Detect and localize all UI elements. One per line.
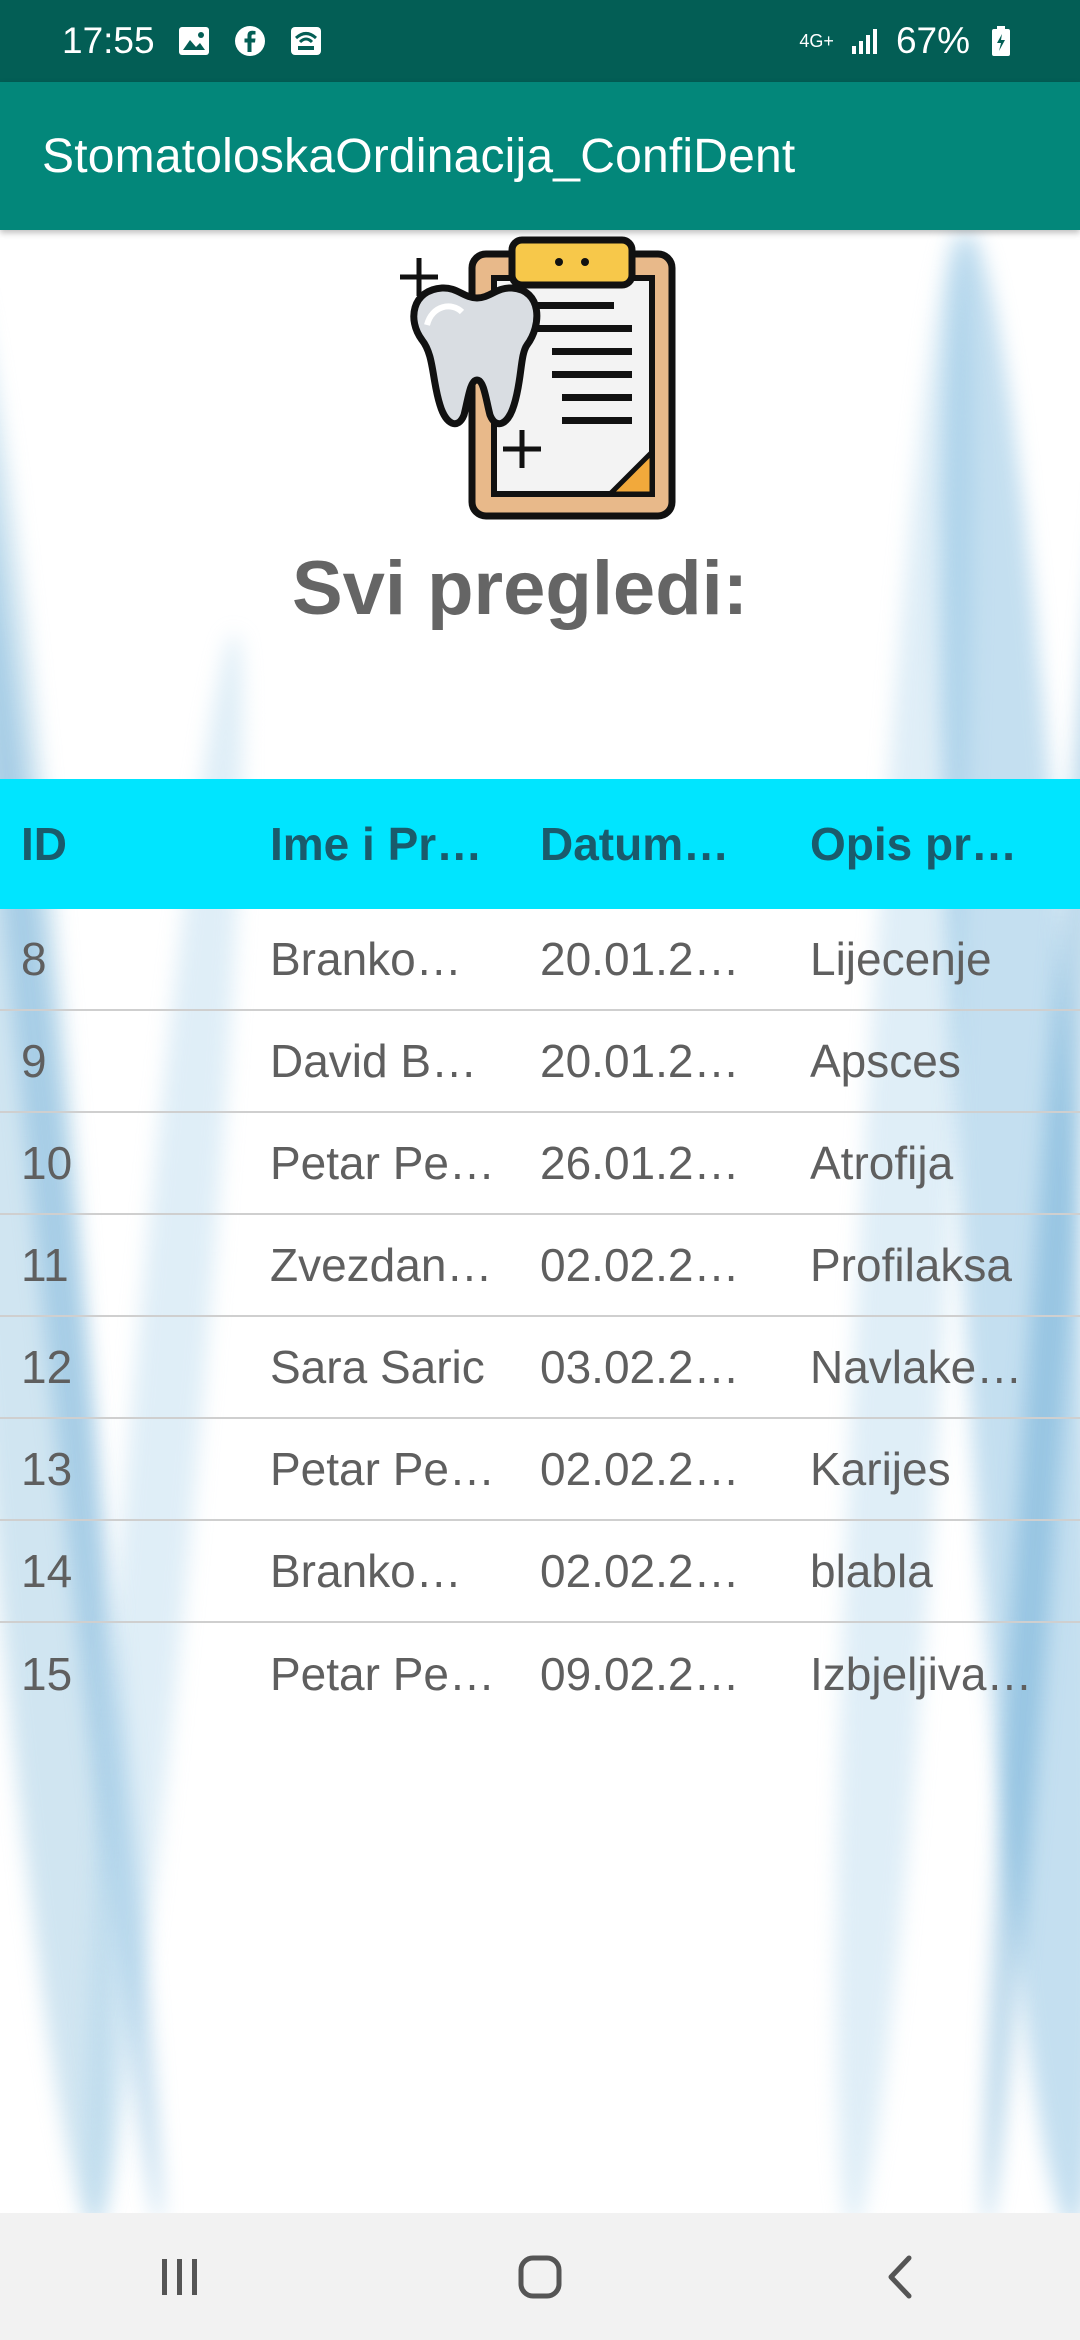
wifi-call-icon: [289, 24, 323, 58]
cell-name: Sara Saric: [270, 1341, 485, 1393]
network-type: 4G+: [799, 31, 834, 51]
cell-id: 10: [21, 1137, 73, 1189]
table-row[interactable]: 15 Petar Pe… 09.02.2… Izbjeljiva…: [0, 1623, 1080, 1725]
signal-icon: [848, 24, 882, 58]
home-icon[interactable]: [500, 2237, 580, 2317]
table-header: ID Ime i Pr… Datum… Opis pr…: [0, 779, 1080, 909]
column-header-description: Opis pr…: [810, 818, 1018, 870]
cell-description: Profilaksa: [810, 1239, 1012, 1291]
table-row[interactable]: 11 Zvezdan… 02.02.2… Profilaksa: [0, 1215, 1080, 1317]
cell-date: 02.02.2…: [540, 1443, 740, 1495]
facebook-icon: [233, 24, 267, 58]
table-row[interactable]: 13 Petar Pe… 02.02.2… Karijes: [0, 1419, 1080, 1521]
cell-id: 9: [21, 1035, 47, 1087]
cell-date: 09.02.2…: [540, 1648, 740, 1700]
back-icon[interactable]: [860, 2237, 940, 2317]
table-row[interactable]: 10 Petar Pe… 26.01.2… Atrofija: [0, 1113, 1080, 1215]
appointments-table: ID Ime i Pr… Datum… Opis pr… 8 Branko… 2…: [0, 779, 1080, 1725]
column-header-date: Datum…: [540, 818, 730, 870]
status-time: 17:55: [62, 20, 155, 61]
image-icon: [177, 24, 211, 58]
cell-name: Petar Pe…: [270, 1443, 495, 1495]
column-header-id: ID: [21, 818, 67, 870]
battery-level: 67%: [895, 20, 970, 61]
table-row[interactable]: 9 David B… 20.01.2… Apsces: [0, 1011, 1080, 1113]
cell-name: Zvezdan…: [270, 1239, 493, 1291]
navigation-bar: [0, 2213, 1080, 2340]
cell-description: Izbjeljiva…: [810, 1648, 1033, 1700]
cell-name: David B…: [270, 1035, 478, 1087]
battery-icon: [984, 24, 1018, 58]
cell-description: Apsces: [810, 1035, 961, 1087]
recent-apps-icon[interactable]: [140, 2237, 220, 2317]
status-bar: 17:55 4G+ 67%: [0, 0, 1080, 82]
cell-date: 20.01.2…: [540, 1035, 740, 1087]
column-header-name: Ime i Pr…: [270, 818, 483, 870]
cell-id: 14: [21, 1545, 73, 1597]
cell-date: 26.01.2…: [540, 1137, 740, 1189]
cell-id: 15: [21, 1648, 73, 1700]
cell-id: 8: [21, 933, 47, 985]
app-title: StomatoloskaOrdinacija_ConfiDent: [42, 129, 796, 183]
table-row[interactable]: 8 Branko… 20.01.2… Lijecenje: [0, 909, 1080, 1011]
cell-date: 02.02.2…: [540, 1545, 740, 1597]
cell-name: Petar Pe…: [270, 1137, 495, 1189]
cell-date: 03.02.2…: [540, 1341, 740, 1393]
table-row[interactable]: 14 Branko… 02.02.2… blabla: [0, 1521, 1080, 1623]
cell-name: Petar Pe…: [270, 1648, 495, 1700]
app-bar: StomatoloskaOrdinacija_ConfiDent: [0, 82, 1080, 230]
cell-description: Karijes: [810, 1443, 951, 1495]
cell-date: 20.01.2…: [540, 933, 740, 985]
cell-name: Branko…: [270, 933, 462, 985]
table-row[interactable]: 12 Sara Saric 03.02.2… Navlake…: [0, 1317, 1080, 1419]
cell-description: Navlake…: [810, 1341, 1023, 1393]
cell-id: 13: [21, 1443, 73, 1495]
tooth-clipboard-icon: [392, 230, 692, 520]
page-title: Svi pregledi:: [291, 546, 749, 631]
cell-id: 12: [21, 1341, 73, 1393]
cell-description: Lijecenje: [810, 933, 992, 985]
cell-name: Branko…: [270, 1545, 462, 1597]
cell-description: Atrofija: [810, 1137, 954, 1189]
cell-description: blabla: [810, 1545, 933, 1597]
cell-id: 11: [21, 1239, 69, 1291]
cell-date: 02.02.2…: [540, 1239, 740, 1291]
